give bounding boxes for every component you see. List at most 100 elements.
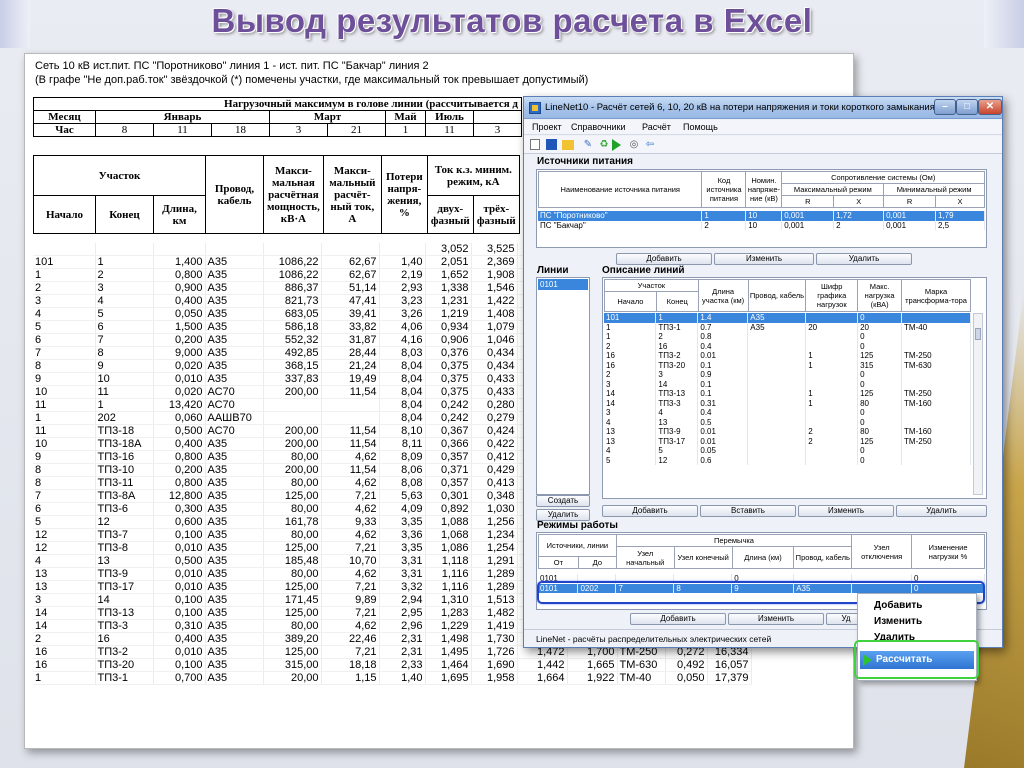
source-cell: 1,72 <box>833 211 885 221</box>
table-cell: 3,31 <box>379 554 426 568</box>
sources-add-button[interactable]: Добавить <box>616 253 712 265</box>
lines-list[interactable]: 0101 <box>536 277 590 495</box>
table-cell <box>263 411 322 425</box>
table-cell: 1,030 <box>471 502 518 516</box>
line-row[interactable]: 13 ТП3-9 0.01 2 80 ТМ-160 <box>604 427 971 437</box>
table-cell: 202 <box>95 411 154 425</box>
table-cell: 3,525 <box>471 243 518 256</box>
start-header: Начало <box>604 291 657 312</box>
line-cell: ТП3-3 <box>655 398 699 408</box>
line-row[interactable]: 13 ТП3-17 0.01 2 125 ТМ-250 <box>604 436 971 446</box>
table-cell: А35 <box>205 606 264 620</box>
table-cell: 7,21 <box>321 580 380 594</box>
context-edit-item[interactable]: Изменить <box>874 616 922 627</box>
edit-icon[interactable]: ✎ <box>582 139 594 151</box>
source-row[interactable]: ПС "Поротниково" 1 10 0,001 1,72 0,001 1,79 <box>538 211 985 221</box>
line-row[interactable]: 2 3 0.9 0 <box>604 370 971 380</box>
exit-icon[interactable]: ⇦ <box>644 139 656 151</box>
table-cell: 1,419 <box>471 619 518 633</box>
table-cell: 8,04 <box>379 398 426 412</box>
month-label: Месяц <box>33 110 96 124</box>
table-cell: А35 <box>205 554 264 568</box>
line-cell <box>747 455 807 465</box>
line-row[interactable]: 4 13 0.5 0 <box>604 417 971 427</box>
line-edit-button[interactable]: Изменить <box>798 505 894 517</box>
line-row[interactable]: 14 ТП3-3 0.31 1 80 ТМ-160 <box>604 398 971 408</box>
table-cell: 0,020 <box>153 385 206 399</box>
sources-edit-button[interactable]: Изменить <box>714 253 814 265</box>
line-row[interactable]: 3 14 0.1 0 <box>604 379 971 389</box>
line-row[interactable]: 2 16 0.4 0 <box>604 341 971 351</box>
table-cell: ТП3-3 <box>95 619 154 633</box>
table-cell: 1,40 <box>379 255 426 269</box>
line-cell <box>805 313 859 323</box>
line-row[interactable]: 4 5 0.05 0 <box>604 446 971 456</box>
save-icon[interactable] <box>546 139 557 150</box>
modes-add-button[interactable]: Добавить <box>630 613 726 625</box>
table-cell: 14 <box>33 619 96 633</box>
run-icon[interactable] <box>612 139 621 151</box>
line-row[interactable]: 101 1 1.4 А35 0 <box>604 313 971 323</box>
menu-references[interactable]: Справочники <box>571 122 626 132</box>
source-cell: 0,001 <box>781 211 835 221</box>
menu-project[interactable]: Проект <box>532 122 562 132</box>
menu-help[interactable]: Помощь <box>683 122 718 132</box>
table-cell: 200,00 <box>263 463 322 477</box>
table-cell: 0,010 <box>153 372 206 386</box>
table-cell: 28,44 <box>321 346 380 360</box>
new-file-icon[interactable] <box>530 139 540 150</box>
line-row[interactable]: 5 12 0.6 0 <box>604 455 971 465</box>
table-cell: А35 <box>205 294 264 308</box>
table-cell: ТП3-11 <box>95 476 154 490</box>
modes-from-header: От <box>538 556 579 569</box>
line-row[interactable]: 3 4 0.4 0 <box>604 408 971 418</box>
table-cell <box>153 243 206 256</box>
line-description-scrollbar[interactable] <box>973 313 983 495</box>
open-folder-icon[interactable] <box>562 140 574 150</box>
sources-x-header: X <box>833 195 885 208</box>
table-cell: 11 <box>95 385 154 399</box>
line-cell <box>747 360 807 370</box>
line-cell: 0 <box>857 446 903 456</box>
table-cell: 0,357 <box>425 476 472 490</box>
line-insert-button[interactable]: Вставить <box>700 505 796 517</box>
minimize-button[interactable]: – <box>934 99 956 115</box>
table-cell: 1086,22 <box>263 268 322 282</box>
sources-delete-button[interactable]: Удалить <box>816 253 912 265</box>
modes-edit-button[interactable]: Изменить <box>728 613 824 625</box>
table-cell: ТП3-8 <box>95 541 154 555</box>
line-cell: 4 <box>604 446 657 456</box>
table-cell: А35 <box>205 320 264 334</box>
sources-r-header: R <box>883 195 937 208</box>
line-cell: 1 <box>604 332 657 342</box>
line-cell: 0.6 <box>697 455 749 465</box>
close-button[interactable]: ✕ <box>978 99 1002 115</box>
recycle-icon[interactable]: ♻ <box>598 139 610 151</box>
window-titlebar[interactable]: LineNet10 - Расчёт сетей 6, 10, 20 кВ на… <box>524 97 1002 119</box>
table-cell: 1,086 <box>425 541 472 555</box>
line-delete-button[interactable]: Удалить <box>896 505 987 517</box>
menu-calculation[interactable]: Расчёт <box>642 122 671 132</box>
line-row[interactable]: 16 ТП3-2 0.01 1 125 ТМ-250 <box>604 351 971 361</box>
table-cell: 1,495 <box>425 645 472 659</box>
line-item[interactable]: 0101 <box>538 279 588 290</box>
line-row[interactable]: 1 2 0.8 0 <box>604 332 971 342</box>
source-row[interactable]: ПС "Бакчар" 2 10 0,001 2 0,001 2,5 <box>538 220 985 230</box>
table-cell: 4,16 <box>379 333 426 347</box>
lines-create-button[interactable]: Создать <box>536 495 590 507</box>
table-cell: А35 <box>205 476 264 490</box>
line-row[interactable]: 16 ТП3-20 0.1 1 315 ТМ-630 <box>604 360 971 370</box>
table-row: 16 ТП3-20 0,100 А35 315,00 18,18 2,33 1,464 1,69… <box>33 658 752 672</box>
line-add-button[interactable]: Добавить <box>602 505 698 517</box>
modes-sources-header: Источники, линии <box>538 534 617 557</box>
maximize-button[interactable]: □ <box>956 99 978 115</box>
table-cell: 6 <box>33 502 96 516</box>
table-cell: 552,32 <box>263 333 322 347</box>
context-add-item[interactable]: Добавить <box>874 600 922 611</box>
short-circuit-header: Ток к.з. миним. режим, кА <box>426 155 520 196</box>
line-row[interactable]: 1 ТП3-1 0.7 А35 20 20 ТМ-40 <box>604 322 971 332</box>
scrollbar-thumb[interactable] <box>975 328 981 340</box>
line-row[interactable]: 14 ТП3-13 0.1 1 125 ТМ-250 <box>604 389 971 399</box>
table-cell: А35 <box>205 580 264 594</box>
settings-icon[interactable]: ◎ <box>628 139 640 151</box>
